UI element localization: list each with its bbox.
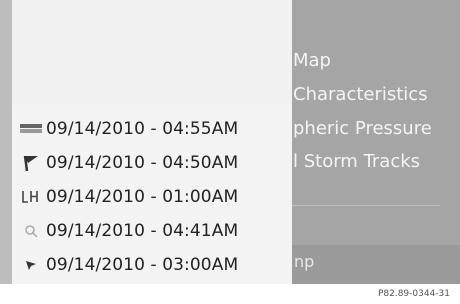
list-item-precipitation[interactable]: 09/14/2010 - 04:55AM	[20, 112, 292, 146]
list-item-track[interactable]: 09/14/2010 - 03:00AM	[20, 248, 292, 282]
list-item-pressure[interactable]: 09/14/2010 - 01:00AM	[20, 180, 292, 214]
list-item-label: 09/14/2010 - 04:55AM	[46, 119, 239, 139]
bg-menu-item-storm-tracks[interactable]: l Storm Tracks	[293, 151, 420, 173]
bg-menu-divider	[292, 205, 440, 206]
background-menu: Map Characteristics pheric Pressure l St…	[292, 0, 460, 284]
bg-menu-item-characteristics[interactable]: Characteristics	[293, 84, 428, 106]
bg-menu-bottom-bar[interactable]: np	[292, 245, 460, 284]
display-screen: Map Characteristics pheric Pressure l St…	[0, 0, 460, 284]
list-item-label: 09/14/2010 - 04:41AM	[46, 221, 239, 241]
track-arrow-icon	[20, 254, 42, 276]
bg-menu-item-map[interactable]: Map	[293, 50, 331, 72]
figure-reference-code: P82.89-0344-31	[377, 289, 450, 299]
list-item-wind[interactable]: 09/14/2010 - 04:50AM	[20, 146, 292, 180]
storm-icon	[20, 220, 42, 242]
list-item-storm[interactable]: 09/14/2010 - 04:41AM	[20, 214, 292, 248]
bg-menu-item-pressure[interactable]: pheric Pressure	[293, 118, 432, 140]
screen-left-edge	[0, 0, 12, 284]
list-item-label: 09/14/2010 - 03:00AM	[46, 255, 239, 275]
timestamp-popup: 09/14/2010 - 04:55AM 09/14/2010 - 04:50A…	[12, 0, 292, 284]
bg-menu-bottom-label: np	[294, 252, 315, 271]
pressure-lh-icon	[20, 186, 42, 208]
wind-flag-icon	[20, 152, 42, 174]
precipitation-icon	[20, 118, 42, 140]
list-item-label: 09/14/2010 - 04:50AM	[46, 153, 239, 173]
popup-empty-area	[12, 0, 292, 105]
list-item-label: 09/14/2010 - 01:00AM	[46, 187, 239, 207]
